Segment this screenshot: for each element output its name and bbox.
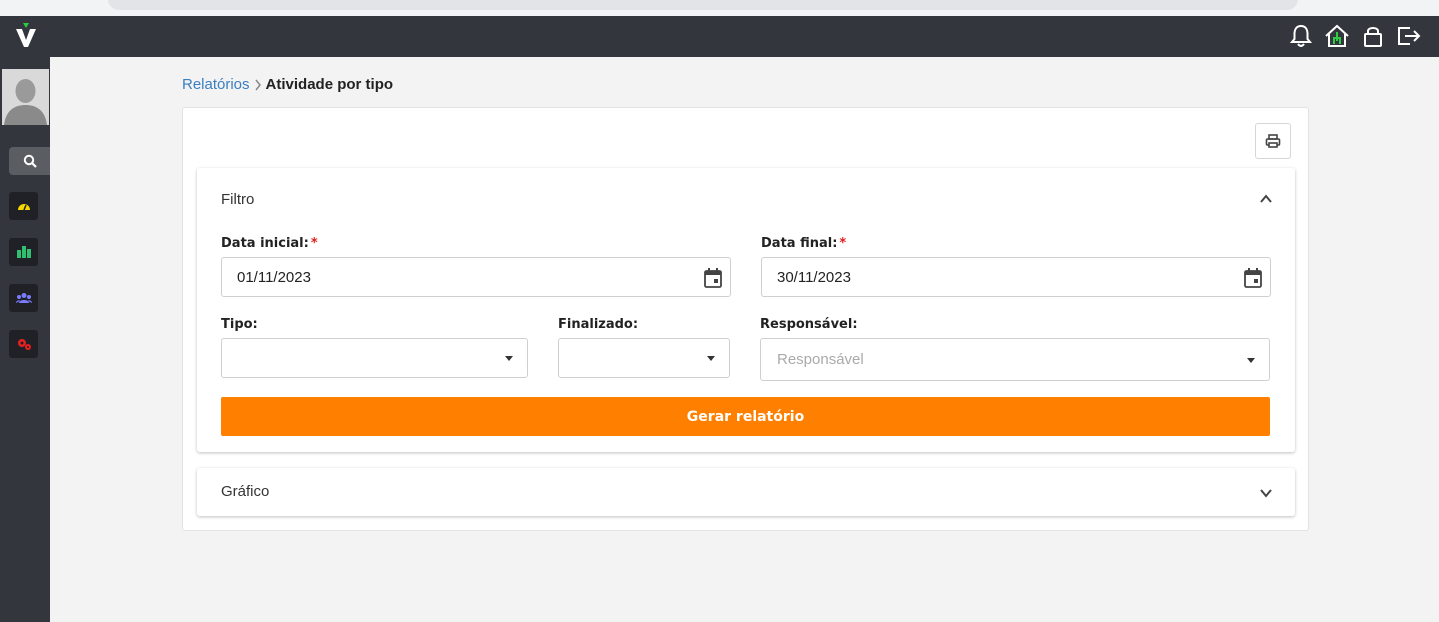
sidebar-item-dashboard[interactable] (9, 192, 38, 220)
graph-panel-title[interactable]: Gráfico (221, 483, 269, 500)
dashboard-icon (17, 204, 30, 211)
finalizado-select[interactable] (558, 338, 730, 378)
generate-report-button[interactable]: Gerar relatório (221, 397, 1270, 436)
caret-down-icon (1247, 358, 1255, 363)
responsavel-select[interactable]: Responsável (760, 338, 1270, 381)
sidebar (0, 57, 50, 622)
avatar[interactable] (2, 69, 49, 125)
sidebar-item-building[interactable] (9, 238, 38, 266)
building-icon (16, 246, 31, 258)
users-icon (15, 293, 32, 303)
calendar-icon[interactable] (1244, 268, 1262, 288)
app-logo[interactable] (14, 23, 38, 49)
report-card: Filtro Data inicial: * 01/11/2023 Data fi… (182, 107, 1309, 531)
caret-down-icon (505, 356, 513, 361)
finalizado-label: Finalizado: (558, 317, 639, 332)
print-icon (1265, 134, 1281, 148)
chevron-down-icon[interactable] (1259, 486, 1273, 500)
responsavel-label: Responsável: (760, 317, 858, 332)
lock-icon[interactable] (1359, 22, 1387, 50)
gears-icon (17, 339, 31, 350)
search-icon (23, 154, 37, 168)
filter-panel: Filtro Data inicial: * 01/11/2023 Data fi… (197, 168, 1295, 452)
chevron-up-icon[interactable] (1259, 192, 1273, 206)
data-final-input[interactable]: 30/11/2023 (761, 257, 1271, 297)
data-inicial-label: Data inicial: * (221, 236, 318, 251)
print-button[interactable] (1255, 123, 1291, 159)
calendar-icon[interactable] (704, 268, 722, 288)
top-bar (0, 16, 1439, 57)
filter-panel-title[interactable]: Filtro (221, 191, 254, 208)
data-inicial-input[interactable]: 01/11/2023 (221, 257, 731, 297)
sidebar-item-settings[interactable] (9, 330, 38, 358)
home-icon[interactable] (1323, 22, 1351, 50)
caret-down-icon (707, 356, 715, 361)
top-actions (1287, 22, 1423, 50)
sidebar-item-users[interactable] (9, 284, 38, 312)
tipo-select[interactable] (221, 338, 528, 378)
address-bar[interactable] (108, 0, 1298, 10)
tipo-label: Tipo: (221, 317, 258, 332)
page-title: Atividade por tipo (265, 76, 394, 93)
chevron-right-icon (254, 79, 261, 90)
search-button[interactable] (9, 147, 50, 175)
bell-icon[interactable] (1287, 22, 1315, 50)
required-mark: * (839, 236, 847, 251)
required-mark: * (310, 236, 318, 251)
breadcrumb-link-relatorios[interactable]: Relatórios (182, 76, 250, 93)
data-final-label: Data final: * (761, 236, 847, 251)
logout-icon[interactable] (1395, 22, 1423, 50)
graph-panel[interactable]: Gráfico (197, 468, 1295, 516)
breadcrumb: Relatórios Atividade por tipo (182, 76, 393, 93)
browser-chrome (0, 0, 1439, 16)
